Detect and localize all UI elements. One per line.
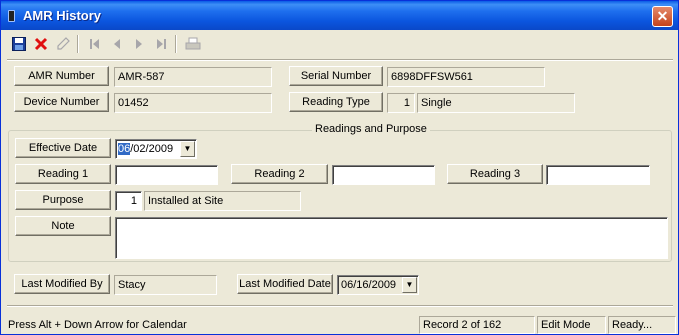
reading-2-input[interactable] xyxy=(332,165,435,185)
chevron-down-icon[interactable]: ▼ xyxy=(180,141,195,157)
amr-number-field: AMR-587 xyxy=(114,67,272,87)
note-textarea[interactable] xyxy=(115,217,668,259)
chevron-down-icon[interactable]: ▼ xyxy=(402,277,417,293)
close-button[interactable]: ✕ xyxy=(652,6,673,27)
last-modified-date-value: 06/16/2009 xyxy=(341,279,397,291)
red-x-icon xyxy=(34,37,48,51)
purpose-code-input[interactable]: 1 xyxy=(115,191,142,211)
edit-button[interactable] xyxy=(53,33,73,55)
amr-history-window: AMR History ✕ AMR Number AMR-587 Serial … xyxy=(0,0,679,335)
reading-3-button[interactable]: Reading 3 xyxy=(447,164,543,184)
reading-type-button[interactable]: Reading Type xyxy=(289,92,383,112)
save-button[interactable] xyxy=(9,33,29,55)
previous-record-icon xyxy=(114,39,120,49)
print-button[interactable] xyxy=(183,33,203,55)
status-record-count: Record 2 of 162 xyxy=(419,316,535,334)
effective-date-button[interactable]: Effective Date xyxy=(15,138,111,158)
serial-number-button[interactable]: Serial Number xyxy=(289,66,383,86)
device-number-field: 01452 xyxy=(114,93,272,113)
amr-number-button[interactable]: AMR Number xyxy=(14,66,109,86)
status-mode: Edit Mode xyxy=(537,316,606,334)
reading-type-code-field: 1 xyxy=(387,93,415,113)
first-record-icon xyxy=(90,39,99,49)
title-bar: AMR History ✕ xyxy=(1,1,678,30)
reading-1-button[interactable]: Reading 1 xyxy=(15,164,111,184)
pencil-icon xyxy=(57,37,70,50)
effective-date-rest: /02/2009 xyxy=(130,143,174,155)
readings-group-title: Readings and Purpose xyxy=(312,123,430,135)
last-modified-by-field: Stacy xyxy=(114,275,217,295)
device-number-button[interactable]: Device Number xyxy=(14,92,109,112)
last-modified-date-button[interactable]: Last Modified Date xyxy=(237,274,333,294)
previous-record-button[interactable] xyxy=(107,33,127,55)
first-record-button[interactable] xyxy=(85,33,105,55)
toolbar-separator xyxy=(175,35,177,53)
next-record-button[interactable] xyxy=(129,33,149,55)
reading-3-input[interactable] xyxy=(546,165,650,185)
last-record-icon xyxy=(157,39,166,49)
next-record-icon xyxy=(136,39,142,49)
last-modified-date-picker[interactable]: 06/16/2009 ▼ xyxy=(337,275,419,295)
last-record-button[interactable] xyxy=(151,33,171,55)
last-modified-by-button[interactable]: Last Modified By xyxy=(14,274,110,294)
purpose-button[interactable]: Purpose xyxy=(15,190,111,210)
printer-icon xyxy=(185,37,201,50)
window-title: AMR History xyxy=(23,8,102,23)
effective-date-selected-part: 06 xyxy=(118,143,131,155)
divider xyxy=(7,59,673,61)
status-bar: Press Alt + Down Arrow for Calendar Reco… xyxy=(1,314,678,334)
reading-2-button[interactable]: Reading 2 xyxy=(231,164,328,184)
purpose-description-field: Installed at Site xyxy=(144,191,301,211)
status-state: Ready... xyxy=(608,316,676,334)
divider xyxy=(7,305,673,307)
delete-button[interactable] xyxy=(31,33,51,55)
status-hint: Press Alt + Down Arrow for Calendar xyxy=(8,319,187,331)
toolbar-separator xyxy=(77,35,79,53)
serial-number-field: 6898DFFSW561 xyxy=(387,67,545,87)
reading-type-field: Single xyxy=(417,93,575,113)
note-button[interactable]: Note xyxy=(15,216,111,236)
floppy-disk-icon xyxy=(12,37,26,51)
effective-date-picker[interactable]: 06/02/2009 ▼ xyxy=(115,139,197,159)
reading-1-input[interactable] xyxy=(115,165,218,185)
app-icon xyxy=(8,10,15,22)
